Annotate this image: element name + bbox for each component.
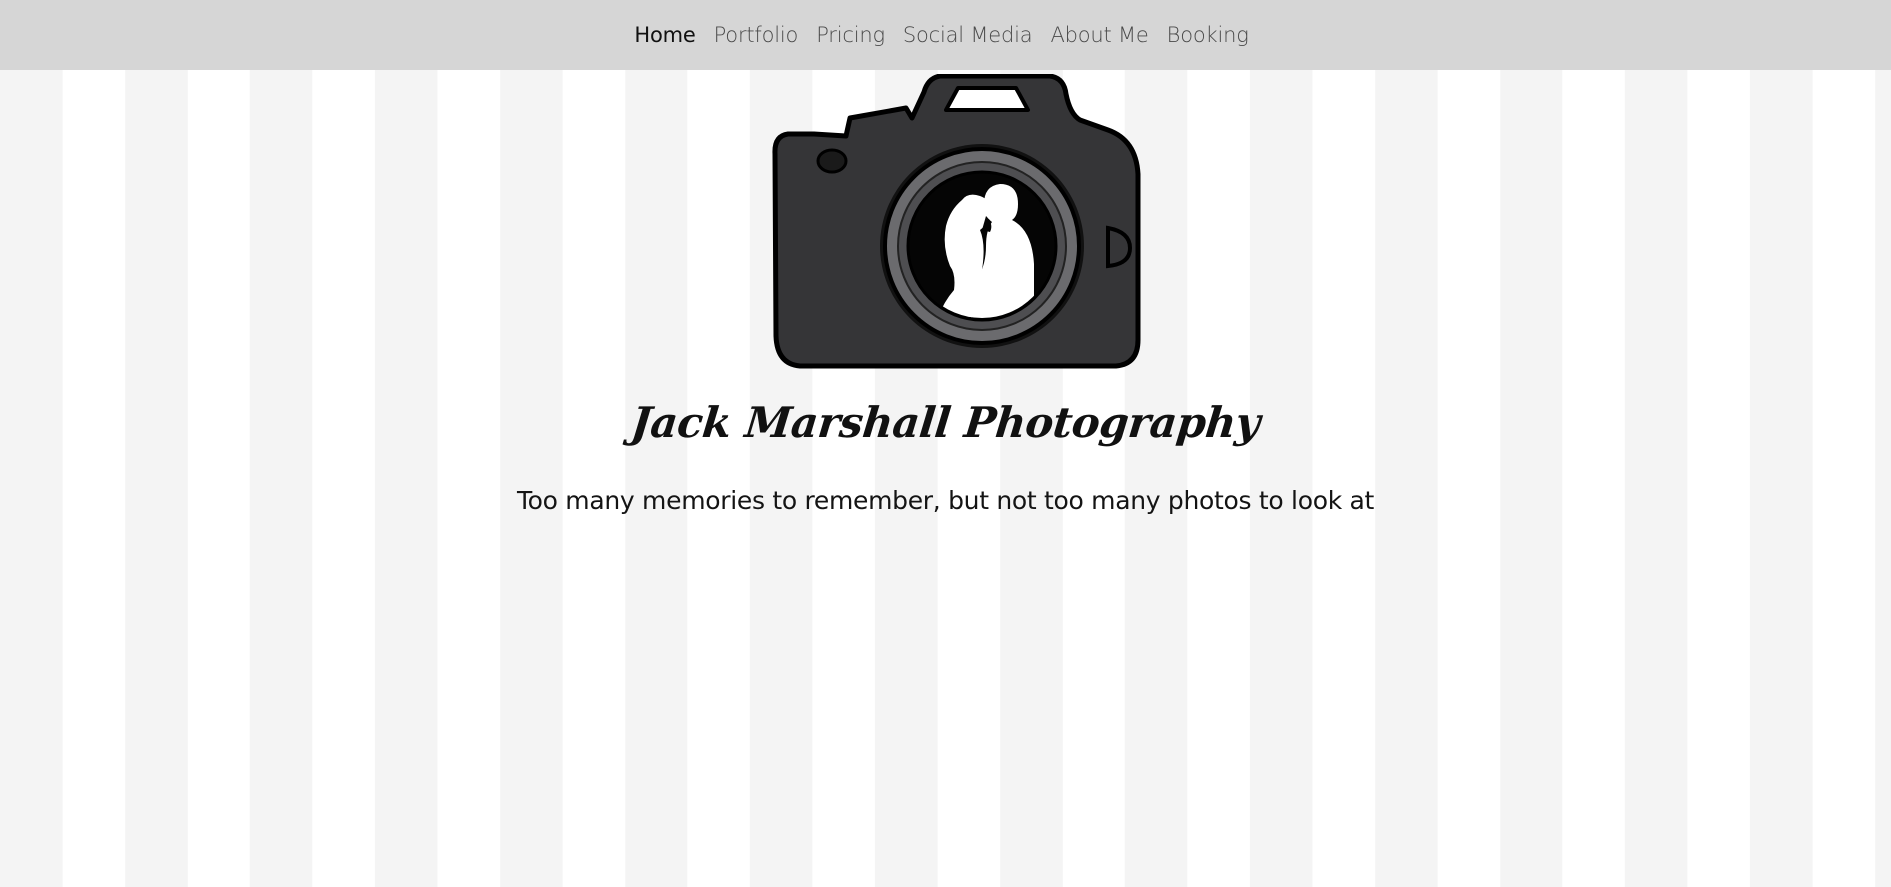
- brand-title: Jack Marshall Photography: [628, 398, 1263, 447]
- nav-item-social-media: Social Media: [894, 0, 1042, 70]
- camera-couple-logo-icon: [772, 74, 1146, 370]
- nav-link-social-media[interactable]: Social Media: [894, 23, 1042, 47]
- nav-link-about-me[interactable]: About Me: [1041, 23, 1157, 47]
- tagline: Too many memories to remember, but not t…: [516, 486, 1375, 515]
- top-navbar: Home Portfolio Pricing Social Media Abou…: [0, 0, 1891, 70]
- nav-item-pricing: Pricing: [807, 0, 894, 70]
- nav-link-portfolio[interactable]: Portfolio: [705, 23, 808, 47]
- nav-item-home: Home: [625, 0, 704, 70]
- nav-link-home[interactable]: Home: [625, 23, 704, 47]
- nav-link-pricing[interactable]: Pricing: [807, 23, 894, 47]
- nav-item-about-me: About Me: [1041, 0, 1157, 70]
- nav-item-portfolio: Portfolio: [705, 0, 808, 70]
- nav-item-booking: Booking: [1158, 0, 1258, 70]
- nav-link-booking[interactable]: Booking: [1158, 23, 1258, 47]
- nav-list: Home Portfolio Pricing Social Media Abou…: [625, 0, 1257, 70]
